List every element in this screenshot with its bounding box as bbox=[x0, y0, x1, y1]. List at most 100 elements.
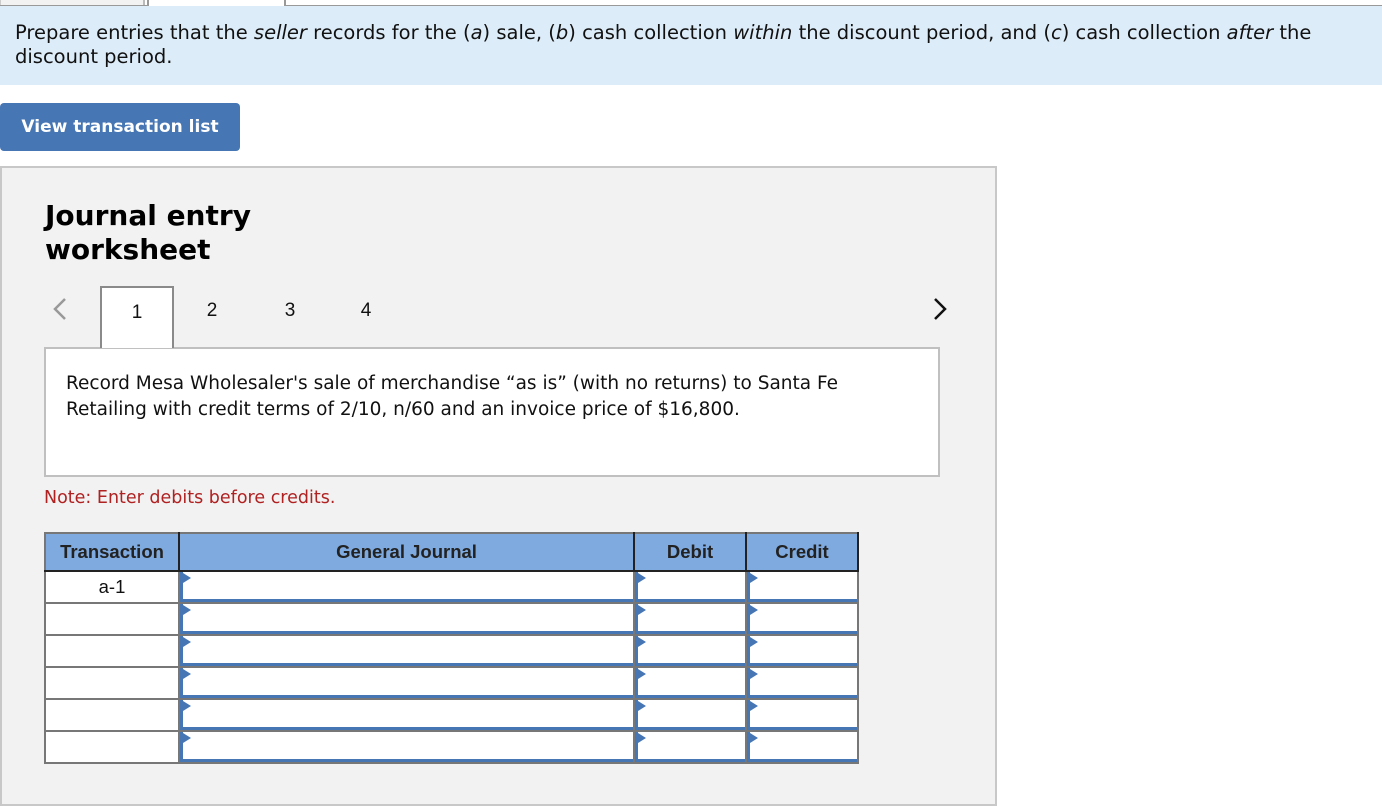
credit-input[interactable] bbox=[750, 732, 857, 759]
view-transaction-list-button[interactable]: View transaction list bbox=[0, 103, 240, 151]
debit-cell bbox=[633, 666, 747, 700]
account-input[interactable] bbox=[183, 636, 633, 663]
account-input-wrapper bbox=[180, 604, 633, 634]
journal-table: Transaction General Journal Debit Credit… bbox=[44, 532, 859, 764]
account-input-wrapper bbox=[180, 572, 633, 602]
instructions-fragment: after bbox=[1226, 21, 1274, 44]
step-tab-4[interactable]: 4 bbox=[329, 286, 403, 348]
debit-input-wrapper bbox=[635, 668, 745, 698]
credit-input[interactable] bbox=[750, 572, 857, 599]
account-cell bbox=[178, 666, 635, 700]
credit-input-wrapper bbox=[747, 732, 857, 762]
journal-row bbox=[44, 634, 859, 668]
credit-cell bbox=[745, 634, 859, 668]
instructions-fragment: records for the ( bbox=[306, 21, 471, 44]
dropdown-indicator-icon bbox=[638, 573, 646, 583]
dropdown-indicator-icon bbox=[750, 605, 758, 615]
transaction-cell bbox=[44, 666, 180, 700]
instructions-banner: Prepare entries that the seller records … bbox=[0, 6, 1382, 85]
transaction-cell: a-1 bbox=[44, 570, 180, 604]
debit-input[interactable] bbox=[638, 732, 745, 759]
debit-input[interactable] bbox=[638, 604, 745, 631]
credit-input-wrapper bbox=[747, 668, 857, 698]
credit-cell bbox=[745, 602, 859, 636]
transaction-description-text: Record Mesa Wholesaler's sale of merchan… bbox=[66, 373, 838, 420]
debit-input[interactable] bbox=[638, 700, 745, 727]
step-tab-label: 4 bbox=[360, 300, 372, 321]
debit-input-wrapper bbox=[635, 700, 745, 730]
dropdown-indicator-icon bbox=[183, 605, 191, 615]
account-input[interactable] bbox=[183, 668, 633, 695]
note-text: Note: Enter debits before credits. bbox=[44, 488, 336, 508]
credit-input[interactable] bbox=[750, 668, 857, 695]
account-cell bbox=[178, 698, 635, 732]
dropdown-indicator-icon bbox=[750, 733, 758, 743]
debit-input[interactable] bbox=[638, 668, 745, 695]
credit-input-wrapper bbox=[747, 604, 857, 634]
dropdown-indicator-icon bbox=[750, 701, 758, 711]
journal-row bbox=[44, 698, 859, 732]
instructions-fragment: a bbox=[470, 21, 483, 44]
credit-cell bbox=[745, 666, 859, 700]
chevron-right-icon[interactable] bbox=[930, 296, 950, 322]
instructions-fragment: ) sale, ( bbox=[482, 21, 556, 44]
step-tab-3[interactable]: 3 bbox=[253, 286, 327, 348]
account-input-wrapper bbox=[180, 668, 633, 698]
tab-current[interactable] bbox=[147, 0, 286, 6]
dropdown-indicator-icon bbox=[638, 605, 646, 615]
dropdown-indicator-icon bbox=[638, 701, 646, 711]
credit-input[interactable] bbox=[750, 604, 857, 631]
chevron-left-icon[interactable] bbox=[50, 296, 70, 322]
instructions-fragment: b bbox=[555, 21, 569, 44]
debit-cell bbox=[633, 570, 747, 604]
account-input[interactable] bbox=[183, 700, 633, 727]
journal-row bbox=[44, 730, 859, 764]
journal-header-row: Transaction General Journal Debit Credit bbox=[45, 533, 859, 572]
header-general-journal: General Journal bbox=[178, 533, 635, 572]
account-input[interactable] bbox=[183, 572, 633, 599]
account-input[interactable] bbox=[183, 732, 633, 759]
debit-cell bbox=[633, 602, 747, 636]
journal-row: a-1 bbox=[44, 570, 859, 604]
credit-cell bbox=[745, 570, 859, 604]
step-tab-2[interactable]: 2 bbox=[175, 286, 249, 348]
dropdown-indicator-icon bbox=[750, 669, 758, 679]
instructions-fragment: c bbox=[1050, 21, 1062, 44]
transaction-description: Record Mesa Wholesaler's sale of merchan… bbox=[44, 347, 940, 477]
transaction-cell bbox=[44, 730, 180, 764]
dropdown-indicator-icon bbox=[750, 637, 758, 647]
dropdown-indicator-icon bbox=[183, 637, 191, 647]
instructions-text: Prepare entries that the seller records … bbox=[15, 21, 1311, 68]
dropdown-indicator-icon bbox=[750, 573, 758, 583]
credit-input-wrapper bbox=[747, 636, 857, 666]
header-debit: Debit bbox=[633, 533, 747, 572]
credit-cell bbox=[745, 730, 859, 764]
account-cell bbox=[178, 570, 635, 604]
dropdown-indicator-icon bbox=[183, 733, 191, 743]
header-transaction: Transaction bbox=[45, 533, 180, 572]
debit-input[interactable] bbox=[638, 572, 745, 599]
debit-input-wrapper bbox=[635, 604, 745, 634]
account-cell bbox=[178, 634, 635, 668]
step-tab-1[interactable]: 1 bbox=[100, 286, 174, 348]
worksheet-title: Journal entry worksheet bbox=[45, 199, 251, 266]
dropdown-indicator-icon bbox=[638, 733, 646, 743]
header-credit: Credit bbox=[745, 533, 859, 572]
debit-input-wrapper bbox=[635, 636, 745, 666]
instructions-fragment: within bbox=[733, 21, 793, 44]
step-tab-label: 2 bbox=[206, 300, 218, 321]
account-input-wrapper bbox=[180, 700, 633, 730]
credit-cell bbox=[745, 698, 859, 732]
dropdown-indicator-icon bbox=[638, 669, 646, 679]
credit-input[interactable] bbox=[750, 700, 857, 727]
account-input-wrapper bbox=[180, 636, 633, 666]
instructions-fragment: seller bbox=[253, 21, 307, 44]
credit-input-wrapper bbox=[747, 572, 857, 602]
journal-row bbox=[44, 602, 859, 636]
instructions-fragment: Prepare entries that the bbox=[15, 21, 254, 44]
debit-cell bbox=[633, 698, 747, 732]
debit-input-wrapper bbox=[635, 732, 745, 762]
credit-input[interactable] bbox=[750, 636, 857, 663]
account-input[interactable] bbox=[183, 604, 633, 631]
debit-input[interactable] bbox=[638, 636, 745, 663]
